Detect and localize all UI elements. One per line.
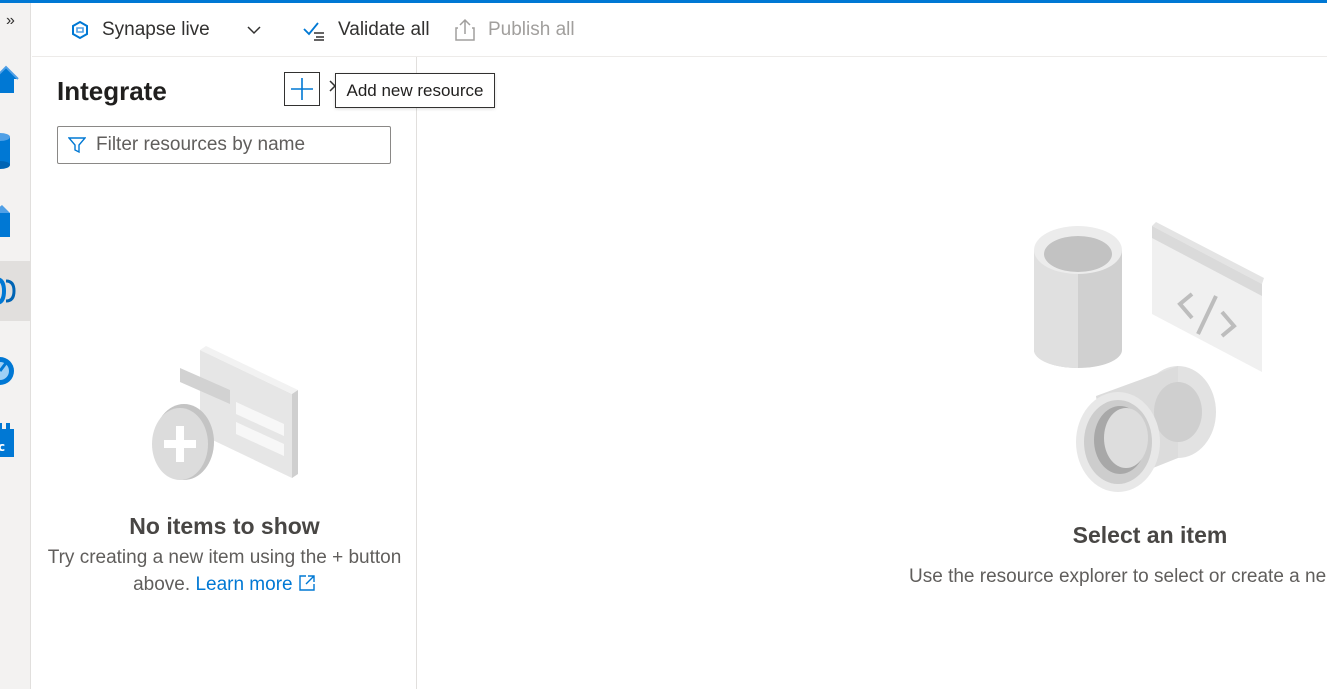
- data-icon: [0, 133, 10, 169]
- chevron-down-icon: [247, 26, 261, 35]
- add-resource-tooltip: Add new resource: [335, 73, 495, 108]
- expand-rail-icon[interactable]: »: [6, 13, 15, 29]
- publish-icon: [455, 18, 475, 41]
- develop-icon: [0, 205, 10, 237]
- integrate-icon: [0, 277, 16, 305]
- nav-develop[interactable]: [0, 193, 30, 253]
- learn-more-link[interactable]: Learn more: [195, 574, 315, 595]
- workspace-selector[interactable]: Synapse live: [70, 17, 262, 43]
- nav-monitor[interactable]: [0, 341, 30, 401]
- empty-desc-line2: above. Learn more: [32, 571, 417, 598]
- synapse-workspace-icon: [72, 20, 88, 40]
- filter-resources-field[interactable]: [57, 126, 391, 164]
- empty-desc-above: above.: [133, 574, 191, 595]
- home-icon: [0, 65, 19, 93]
- publish-all-button[interactable]: Publish all: [454, 17, 575, 43]
- filter-icon: [68, 137, 86, 154]
- nav-home[interactable]: [0, 51, 30, 111]
- empty-desc-line1: Try creating a new item using the + butt…: [47, 547, 402, 568]
- workspace-label: Synapse live: [102, 19, 210, 40]
- learn-more-label: Learn more: [195, 574, 293, 595]
- nav-integrate[interactable]: [0, 261, 30, 321]
- left-nav-rail: »: [0, 3, 31, 689]
- external-link-icon: [299, 575, 315, 591]
- validate-check-icon: [303, 22, 324, 41]
- nav-manage[interactable]: c: [0, 411, 30, 471]
- add-new-resource-button[interactable]: [284, 72, 320, 106]
- select-item-illustration: [1034, 222, 1264, 492]
- resource-panel: Integrate No items to show Try creating …: [32, 57, 417, 689]
- publish-all-label: Publish all: [488, 19, 575, 40]
- svg-text:c: c: [0, 440, 5, 454]
- empty-title: No items to show: [129, 513, 320, 539]
- manage-icon: c: [0, 423, 14, 457]
- toolbar: Synapse live Validate all Publish all: [32, 3, 1327, 57]
- filter-resources-input[interactable]: [96, 134, 376, 156]
- monitor-icon: [0, 357, 14, 385]
- validate-all-label: Validate all: [338, 19, 430, 40]
- nav-data[interactable]: [0, 121, 30, 181]
- validate-all-button[interactable]: Validate all: [302, 17, 430, 43]
- empty-items-illustration: [152, 346, 298, 480]
- panel-title: Integrate: [57, 76, 167, 106]
- empty-description: Try creating a new item using the + butt…: [32, 544, 417, 598]
- main-title: Select an item: [1072, 522, 1228, 548]
- plus-icon: [291, 78, 313, 100]
- main-description: Use the resource explorer to select or c…: [909, 566, 1327, 587]
